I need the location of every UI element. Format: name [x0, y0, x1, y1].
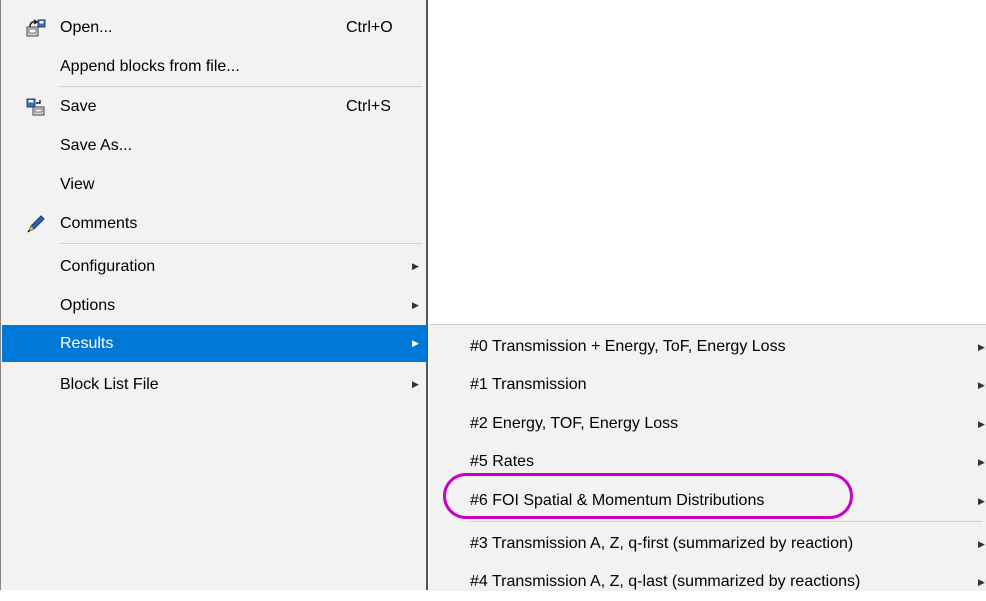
menu-item-label: Block List File — [60, 375, 159, 393]
menu-item-label: Append blocks from file... — [60, 57, 240, 75]
menu-separator — [59, 243, 422, 244]
submenu-arrow-icon: ▶ — [978, 538, 985, 549]
menu-separator — [59, 86, 422, 87]
menu-item-configuration[interactable]: Configuration ▶ — [2, 248, 427, 285]
submenu-arrow-icon: ▶ — [978, 456, 985, 467]
menu-item-comments[interactable]: Comments — [2, 205, 427, 242]
menu-item-options[interactable]: Options ▶ — [2, 287, 427, 324]
shortcut-label: Ctrl+S — [346, 97, 391, 115]
submenu-item-0[interactable]: #0 Transmission + Energy, ToF, Energy Lo… — [429, 328, 986, 366]
submenu-item-1[interactable]: #1 Transmission ▶ — [429, 366, 986, 404]
submenu-item-5[interactable]: #5 Rates ▶ — [429, 443, 986, 481]
submenu-arrow-icon: ▶ — [978, 379, 985, 390]
menu-item-save[interactable]: Save Ctrl+S — [2, 88, 427, 125]
menu-item-label: Comments — [60, 214, 138, 232]
submenu-item-6[interactable]: #6 FOI Spatial & Momentum Distributions … — [429, 482, 986, 520]
shortcut-label: Ctrl+O — [346, 18, 393, 36]
submenu-item-label: #2 Energy, TOF, Energy Loss — [470, 415, 679, 432]
menu-item-view[interactable]: View — [2, 166, 427, 203]
submenu-item-4[interactable]: #4 Transmission A, Z, q-last (summarized… — [429, 563, 986, 601]
menu-item-label: Open... — [60, 18, 113, 36]
main-context-menu: Open... Ctrl+O Append blocks from file..… — [0, 0, 428, 590]
save-icon — [26, 97, 46, 117]
submenu-item-3[interactable]: #3 Transmission A, Z, q-first (summarize… — [429, 525, 986, 563]
menu-item-label: Results — [60, 334, 114, 352]
open-icon — [26, 18, 46, 38]
menu-item-save-as[interactable]: Save As... — [2, 127, 427, 164]
submenu-item-label: #4 Transmission A, Z, q-last (summarized… — [470, 573, 861, 590]
submenu-item-label: #3 Transmission A, Z, q-first (summarize… — [470, 535, 854, 552]
submenu-arrow-icon: ▶ — [412, 300, 419, 310]
menu-item-label: Save — [60, 97, 97, 115]
menu-item-label: Options — [60, 296, 116, 314]
menu-item-open[interactable]: Open... Ctrl+O — [2, 9, 427, 46]
menu-item-append-blocks[interactable]: Append blocks from file... — [2, 48, 427, 85]
submenu-item-2[interactable]: #2 Energy, TOF, Energy Loss ▶ — [429, 405, 986, 443]
pen-icon — [26, 214, 46, 234]
menu-item-results[interactable]: Results ▶ — [2, 325, 427, 362]
submenu-item-label: #6 FOI Spatial & Momentum Distributions — [470, 492, 765, 509]
submenu-arrow-icon: ▶ — [978, 341, 985, 352]
submenu-item-label: #0 Transmission + Energy, ToF, Energy Lo… — [470, 338, 786, 355]
submenu-arrow-icon: ▶ — [412, 338, 419, 348]
submenu-item-label: #5 Rates — [470, 453, 535, 470]
menu-item-label: View — [60, 175, 95, 193]
submenu-arrow-icon: ▶ — [978, 418, 985, 429]
submenu-arrow-icon: ▶ — [412, 261, 419, 271]
menu-item-label: Configuration — [60, 257, 156, 275]
submenu-arrow-icon: ▶ — [978, 495, 985, 506]
submenu-arrow-icon: ▶ — [978, 576, 985, 587]
submenu-item-label: #1 Transmission — [470, 376, 587, 393]
results-submenu: #0 Transmission + Energy, ToF, Energy Lo… — [429, 324, 986, 591]
menu-item-block-list-file[interactable]: Block List File ▶ — [2, 366, 427, 403]
menu-item-label: Save As... — [60, 136, 133, 154]
submenu-arrow-icon: ▶ — [412, 379, 419, 389]
menu-separator — [469, 521, 982, 522]
